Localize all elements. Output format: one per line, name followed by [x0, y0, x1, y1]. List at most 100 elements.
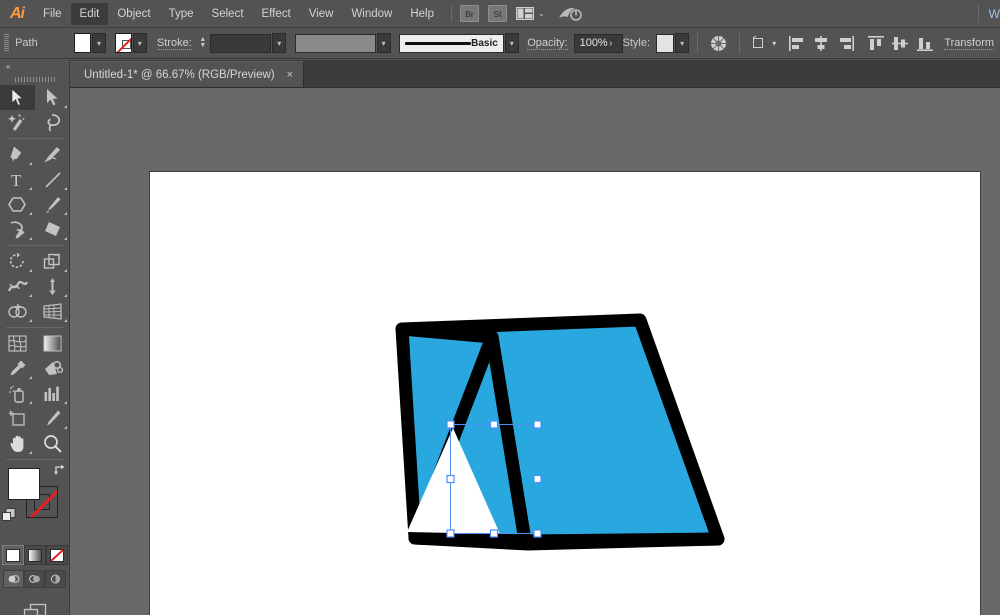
opacity-input[interactable]: 100% — [573, 33, 623, 53]
recolor-artwork-icon[interactable] — [709, 32, 728, 54]
swap-fill-stroke-icon[interactable] — [54, 464, 66, 476]
tool-flyout-corner-icon — [29, 319, 32, 322]
stroke-swatch-dropdown-icon[interactable]: ▾ — [132, 33, 147, 53]
arrange-documents-icon[interactable] — [516, 7, 536, 21]
default-fill-stroke-icon[interactable] — [2, 508, 16, 522]
menu-file[interactable]: File — [34, 3, 71, 25]
tool-flyout-corner-icon — [64, 187, 67, 190]
brush-definition-dropdown-icon[interactable]: ▾ — [504, 33, 519, 53]
tent-illustration[interactable] — [150, 172, 980, 615]
align-horizontal-center-icon[interactable] — [812, 32, 831, 54]
artboard-tool[interactable] — [0, 406, 35, 431]
fill-color-swatch[interactable] — [73, 33, 92, 53]
width-profile-dropdown-icon[interactable]: ▾ — [376, 33, 391, 53]
opacity-label[interactable]: Opacity: — [527, 37, 568, 50]
symbol-sprayer-tool[interactable] — [0, 381, 35, 406]
control-panel-grip[interactable] — [4, 34, 10, 52]
canvas-area[interactable] — [70, 88, 1000, 615]
pen-tool[interactable] — [0, 142, 35, 167]
menu-effect[interactable]: Effect — [253, 3, 300, 25]
fill-color-control[interactable] — [8, 468, 40, 500]
none-mode-button[interactable] — [45, 545, 68, 565]
lasso-tool[interactable] — [35, 110, 70, 135]
menu-view[interactable]: View — [300, 3, 343, 25]
eyedropper-tool[interactable] — [0, 356, 35, 381]
menu-object[interactable]: Object — [108, 3, 159, 25]
draw-behind-button[interactable] — [24, 570, 45, 588]
stroke-color-swatch[interactable] — [114, 33, 132, 53]
tool-flyout-corner-icon — [29, 162, 32, 165]
free-transform-tool[interactable] — [35, 274, 70, 299]
control-divider-2 — [738, 33, 740, 53]
gradient-tool[interactable] — [35, 331, 70, 356]
selection-tool[interactable] — [0, 85, 35, 110]
brush-definition-swatch[interactable]: Basic — [399, 33, 504, 53]
stock-button[interactable]: St — [488, 5, 507, 22]
magic-wand-tool[interactable] — [0, 110, 35, 135]
graphic-style-swatch[interactable] — [656, 33, 675, 53]
stroke-weight-input[interactable] — [209, 33, 272, 53]
scale-tool[interactable] — [35, 249, 70, 274]
zoom-tool[interactable] — [35, 431, 70, 456]
menu-window[interactable]: Window — [342, 3, 401, 25]
perspective-grid-tool[interactable] — [35, 299, 70, 324]
align-left-icon[interactable] — [787, 32, 806, 54]
blend-tool[interactable] — [35, 356, 70, 381]
variable-width-profile[interactable] — [294, 33, 376, 53]
transform-panel-link[interactable]: Transform — [944, 37, 995, 50]
transform-shape-icon[interactable] — [751, 32, 770, 54]
artboard[interactable] — [150, 172, 980, 615]
color-mode-button[interactable] — [1, 545, 24, 565]
shape-builder-tool[interactable] — [0, 299, 35, 324]
type-tool[interactable]: T — [0, 167, 35, 192]
mesh-tool[interactable] — [0, 331, 35, 356]
paintbrush-tool[interactable] — [35, 192, 70, 217]
slice-tool[interactable] — [35, 406, 70, 431]
opacity-flyout-icon[interactable]: › — [609, 38, 612, 49]
menu-type[interactable]: Type — [160, 3, 203, 25]
line-segment-tool[interactable] — [35, 167, 70, 192]
align-bottom-icon[interactable] — [916, 32, 935, 54]
close-icon[interactable]: × — [287, 69, 293, 81]
curvature-tool[interactable] — [35, 142, 70, 167]
arrange-chevron-down-icon[interactable]: ⌄ — [538, 9, 545, 18]
stroke-weight-stepper[interactable]: ▲ ▼ — [198, 33, 208, 53]
draw-inside-button[interactable] — [45, 570, 66, 588]
selection-type-label: Path — [15, 37, 38, 49]
tools-divider-4 — [6, 459, 64, 460]
align-vertical-center-icon[interactable] — [891, 32, 910, 54]
tools-panel: « T — [0, 60, 70, 615]
rotate-tool[interactable] — [0, 249, 35, 274]
width-tool[interactable] — [0, 274, 35, 299]
bridge-button[interactable]: Br — [460, 5, 479, 22]
stroke-weight-dropdown-icon[interactable]: ▾ — [272, 33, 287, 53]
change-screen-mode-button[interactable] — [0, 602, 69, 615]
direct-selection-tool[interactable] — [35, 85, 70, 110]
hand-tool[interactable] — [0, 431, 35, 456]
tool-flyout-corner-icon — [29, 212, 32, 215]
tools-panel-grip[interactable] — [0, 73, 69, 85]
pencil-tool[interactable] — [0, 217, 35, 242]
menu-edit[interactable]: Edit — [70, 2, 109, 25]
eraser-tool[interactable] — [35, 217, 70, 242]
rectangle-shape-tool[interactable] — [0, 192, 35, 217]
column-graph-tool[interactable] — [35, 381, 70, 406]
align-right-icon[interactable] — [837, 32, 856, 54]
document-tab[interactable]: Untitled-1* @ 66.67% (RGB/Preview) × — [70, 61, 305, 87]
transform-chevron-down-icon[interactable]: ▾ — [772, 39, 776, 48]
stroke-weight-label[interactable]: Stroke: — [156, 37, 192, 50]
tool-flyout-corner-icon — [29, 451, 32, 454]
menu-help[interactable]: Help — [401, 3, 443, 25]
align-top-icon[interactable] — [866, 32, 885, 54]
graphic-style-dropdown-icon[interactable]: ▾ — [675, 33, 690, 53]
tool-flyout-corner-icon — [64, 319, 67, 322]
workspace-switcher[interactable]: W — [989, 7, 1000, 21]
fill-swatch-dropdown-icon[interactable]: ▾ — [92, 33, 106, 53]
gradient-mode-button[interactable] — [23, 545, 46, 565]
tools-collapse-button[interactable]: « — [0, 60, 69, 73]
menu-divider — [451, 5, 452, 22]
style-label: Style: — [622, 37, 651, 49]
menu-select[interactable]: Select — [203, 3, 253, 25]
draw-normal-button[interactable] — [3, 570, 24, 588]
illustrator-window: Ai File Edit Object Type Select Effect V… — [0, 0, 1000, 615]
